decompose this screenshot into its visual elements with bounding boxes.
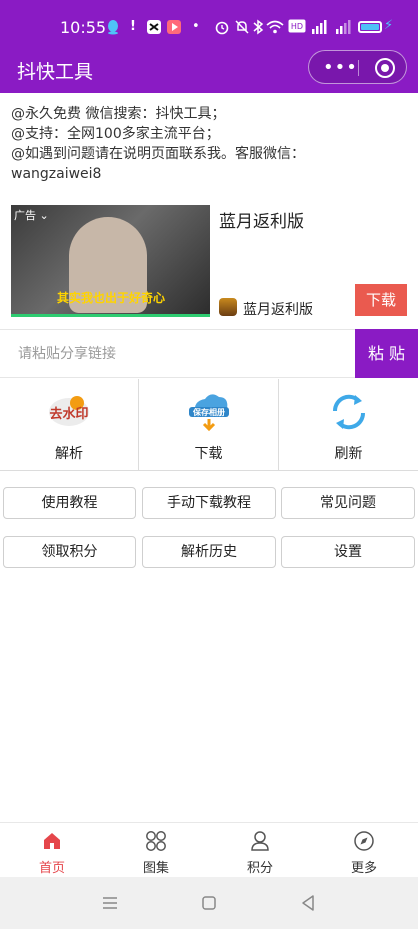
tab-points[interactable]: 积分 [208,823,312,878]
home-square-icon[interactable] [199,893,219,913]
gallery-icon [146,831,166,851]
back-icon[interactable] [298,893,318,913]
refresh-label: 刷新 [334,446,363,462]
app-header: 10:55 ! • HD ⚡ 抖快工具 ••• [0,0,418,93]
miniapp-capsule: ••• [308,50,407,84]
dot-icon: • [192,19,200,34]
ad-video-thumbnail[interactable]: 广告 ⌄ 其实我也出于好奇心 [11,205,210,317]
tab-home-label: 首页 [38,861,65,876]
tutorial-button[interactable]: 使用教程 [3,487,136,519]
user-icon [251,831,269,851]
action-grid: 去水印 解析 保存相册 下载 刷新 [0,379,418,471]
refresh-icon [332,394,365,430]
share-link-input[interactable] [0,330,355,377]
mute-icon [234,19,250,40]
bottom-tab-bar: 首页 图集 积分 更多 [0,822,418,877]
signal-4g-icon [310,19,328,40]
ad-app-name: 蓝月返利版 [243,302,313,318]
menu-icon[interactable] [100,893,120,913]
link-input-row: 粘 贴 [0,329,418,378]
alarm-icon [214,19,230,40]
info-line: @如遇到问题请在说明页面联系我。客服微信： [11,146,305,162]
remove-watermark-icon: 去水印 [49,396,89,426]
ad-tag[interactable]: 广告 ⌄ [14,207,49,223]
ad-caption: 其实我也出于好奇心 [57,291,166,305]
info-line: @永久免费 微信搜索：抖快工具； [11,106,226,122]
info-text: @永久免费 微信搜索：抖快工具； @支持：全网100多家主流平台； @如遇到问题… [11,104,411,184]
status-time: 10:55 [60,18,107,37]
svg-text:HD: HD [291,22,303,31]
system-nav-bar [0,877,418,929]
status-bar: 10:55 ! • HD ⚡ [0,0,418,50]
tab-gallery[interactable]: 图集 [104,823,208,878]
refresh-action[interactable]: 刷新 [279,379,418,471]
save-album-badge: 保存相册 [192,407,225,417]
faq-button[interactable]: 常见问题 [281,487,415,519]
video-icon [166,19,182,40]
parse-label: 解析 [55,446,83,462]
paste-button[interactable]: 粘 贴 [355,329,418,378]
parse-action[interactable]: 去水印 解析 [0,379,139,471]
capcut-icon [146,19,162,40]
tab-more[interactable]: 更多 [312,823,416,878]
manual-download-tutorial-button[interactable]: 手动下载教程 [142,487,276,519]
app-logo-icon [219,298,237,316]
tab-more-label: 更多 [350,861,377,876]
parse-history-button[interactable]: 解析历史 [142,536,276,568]
compass-icon [354,831,374,851]
tab-home[interactable]: 首页 [0,823,104,878]
save-to-album-icon: 保存相册 [188,394,229,432]
home-icon [44,833,60,849]
ad-video-progress [11,314,210,317]
info-line: wangzaiwei8 [11,166,102,182]
hd-icon: HD [288,19,306,38]
ad-card[interactable]: 广告 ⌄ 其实我也出于好奇心 蓝月返利版 蓝月返利版 下载 [11,205,407,318]
target-icon[interactable] [375,58,395,78]
alert-icon: ! [130,19,136,34]
tab-gallery-label: 图集 [142,861,169,876]
settings-button[interactable]: 设置 [281,536,415,568]
capsule-divider [358,60,359,76]
download-action[interactable]: 保存相册 下载 [139,379,279,471]
info-line: @支持：全网100多家主流平台； [11,126,220,142]
bluetooth-icon [252,19,264,40]
wifi-icon [266,19,284,40]
charging-icon: ⚡ [384,18,394,33]
battery-icon [358,21,382,33]
qq-icon [106,19,120,40]
signal-2g-icon [334,19,352,40]
ad-download-button[interactable]: 下载 [355,284,407,316]
more-dots-icon[interactable]: ••• [323,57,358,78]
page-title: 抖快工具 [17,61,94,83]
tab-points-label: 积分 [246,861,273,876]
ad-headline: 蓝月返利版 [219,212,304,232]
download-label: 下载 [194,446,223,462]
claim-points-button[interactable]: 领取积分 [3,536,136,568]
watermark-badge: 去水印 [49,406,88,422]
